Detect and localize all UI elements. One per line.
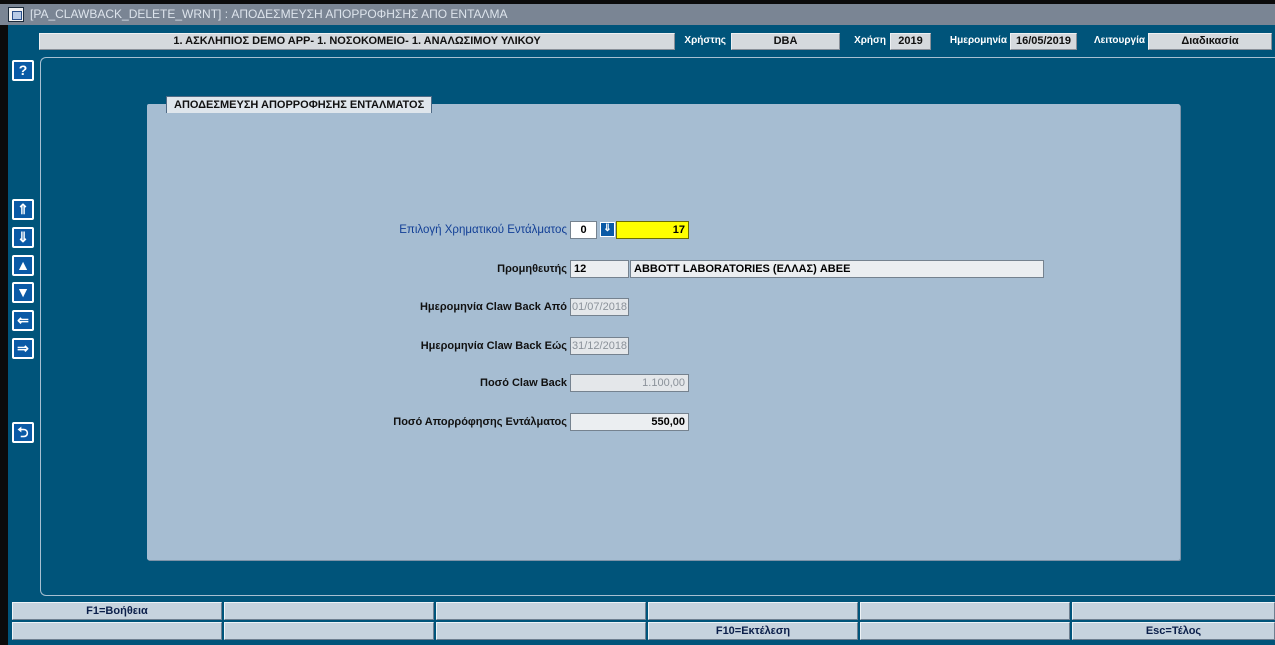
previous-record-button[interactable]: ▲	[12, 255, 34, 276]
warrant-label: Επιλογή Χρηματικού Εντάλματος	[399, 224, 567, 236]
app-icon	[8, 7, 24, 22]
next-record-button[interactable]: ▼	[12, 282, 34, 303]
supplier-code-field[interactable]: 12	[570, 260, 629, 278]
date-field: 16/05/2019	[1010, 33, 1077, 50]
panel-title: ΑΠΟΔΕΣΜΕΥΣΗ ΑΠΟΡΡΟΦΗΣΗΣ ΕΝΤΑΛΜΑΤΟΣ	[166, 96, 433, 113]
fkey-slot[interactable]	[648, 602, 858, 620]
arrow-down-icon: ⇓	[603, 223, 612, 234]
user-label: Χρήστης	[684, 35, 726, 46]
function-label: Λειτουργία	[1094, 35, 1145, 46]
fkey-slot[interactable]	[436, 622, 646, 640]
date-from-field[interactable]: 01/07/2018	[570, 298, 629, 316]
window-title: [PA_CLAWBACK_DELETE_WRNT] : ΑΠΟΔΕΣΜΕΥΣΗ …	[30, 7, 508, 21]
warrant-number-field[interactable]: 17	[616, 221, 689, 239]
fkey-slot[interactable]	[224, 602, 434, 620]
absorb-amount-field[interactable]: 550,00	[570, 413, 689, 431]
fkey-slot[interactable]	[860, 602, 1070, 620]
date-to-label: Ημερομηνία Claw Back Εώς	[420, 340, 567, 352]
last-record-button[interactable]: ⇓	[12, 227, 34, 248]
f1-help-key[interactable]: F1=Βοήθεια	[12, 602, 222, 620]
date-label: Ημερομηνία	[949, 35, 1007, 46]
forward-button[interactable]: ⇒	[12, 338, 34, 359]
date-to-field[interactable]: 31/12/2018	[570, 337, 629, 355]
warrant-list-button[interactable]: ⇓	[600, 222, 615, 237]
window-titlebar: [PA_CLAWBACK_DELETE_WRNT] : ΑΠΟΔΕΣΜΕΥΣΗ …	[0, 4, 1275, 25]
function-field: Διαδικασία	[1148, 33, 1272, 50]
back-button[interactable]: ⇐	[12, 310, 34, 331]
year-field: 2019	[890, 33, 931, 50]
fkey-slot[interactable]	[224, 622, 434, 640]
fkey-slot[interactable]	[860, 622, 1070, 640]
fkey-slot[interactable]	[436, 602, 646, 620]
first-record-button[interactable]: ⇑	[12, 199, 34, 220]
fkey-slot[interactable]	[12, 622, 222, 640]
fkey-slot[interactable]	[1072, 602, 1275, 620]
form-panel	[147, 104, 1180, 560]
supplier-label: Προμηθευτής	[497, 263, 567, 275]
exit-button[interactable]: ⮌	[12, 422, 34, 443]
esc-exit-key[interactable]: Esc=Τέλος	[1072, 622, 1275, 640]
company-field: 1. ΑΣΚΛΗΠΙΟΣ DEMO APP- 1. ΝΟΣΟΚΟΜΕΙΟ- 1.…	[39, 33, 675, 50]
help-button[interactable]: ?	[12, 60, 34, 81]
warrant-series-field[interactable]: 0	[570, 221, 597, 239]
amount-label: Ποσό Claw Back	[480, 377, 567, 389]
user-field: DBA	[731, 33, 840, 50]
supplier-name-field[interactable]: ABBOTT LABORATORIES (ΕΛΛΑΣ) ΑΒΕΕ	[630, 260, 1044, 278]
absorb-amount-label: Ποσό Απορρόφησης Εντάλματος	[393, 416, 567, 428]
f10-execute-key[interactable]: F10=Εκτέλεση	[648, 622, 858, 640]
year-label: Χρήση	[854, 35, 886, 46]
amount-field[interactable]: 1.100,00	[570, 374, 689, 392]
date-from-label: Ημερομηνία Claw Back Από	[419, 301, 567, 313]
